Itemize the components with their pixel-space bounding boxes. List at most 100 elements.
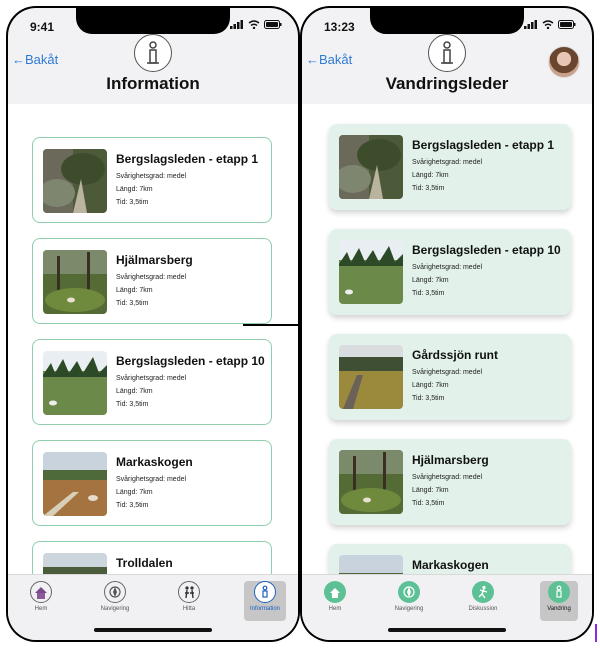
- trail-title: Hjälmarsberg: [116, 253, 193, 267]
- wifi-icon: [542, 20, 554, 29]
- trail-time: Tid: 3,5tim: [412, 500, 445, 507]
- status-icons: [524, 20, 576, 29]
- trail-card[interactable]: Hjälmarsberg Svårighetsgrad: medel Längd…: [32, 238, 272, 324]
- trail-title: Bergslagsleden - etapp 10: [116, 354, 265, 368]
- tab-information[interactable]: Information: [244, 581, 286, 621]
- tab-navigering[interactable]: Navigering: [388, 581, 430, 619]
- trail-difficulty: Svårighetsgrad: medel: [412, 369, 483, 376]
- compass-icon: [398, 581, 420, 603]
- hikers-icon: [178, 581, 200, 603]
- text-cursor: [595, 624, 597, 642]
- trail-time: Tid: 3,5tim: [412, 395, 445, 402]
- trail-card[interactable]: Markaskogen: [329, 544, 571, 574]
- trail-title: Hjälmarsberg: [412, 453, 489, 467]
- tab-hitta[interactable]: Hitta: [168, 581, 210, 619]
- wifi-icon: [248, 20, 260, 29]
- home-icon: [30, 581, 52, 603]
- back-button[interactable]: ←Bakåt: [306, 52, 352, 67]
- trail-list: Bergslagsleden - etapp 1 Svårighetsgrad:…: [302, 104, 592, 574]
- trail-title: Markaskogen: [412, 558, 489, 572]
- back-button[interactable]: ←Bakåt: [12, 52, 58, 67]
- tab-label: Hem: [328, 606, 342, 612]
- tab-diskussion[interactable]: Diskussion: [462, 581, 504, 619]
- page-title: Vandringsleder: [385, 74, 509, 93]
- trail-difficulty: Svårighetsgrad: medel: [412, 159, 483, 166]
- trail-length: Längd: 7km: [412, 172, 449, 179]
- trail-length: Längd: 7km: [412, 277, 449, 284]
- trail-card[interactable]: Hjälmarsberg Svårighetsgrad: medel Längd…: [329, 439, 571, 525]
- info-icon: [548, 581, 570, 603]
- screen-vandringsleder: 13:23 ←Bakåt Vandringsleder Bergslagsled…: [302, 8, 592, 640]
- compass-icon: [104, 581, 126, 603]
- trail-length: Längd: 7km: [116, 287, 153, 294]
- trail-photo-forest-rocks: [43, 149, 107, 213]
- trail-difficulty: Svårighetsgrad: medel: [412, 264, 483, 271]
- tab-label: Navigering: [394, 606, 424, 612]
- status-icons: [230, 20, 282, 29]
- trail-difficulty: Svårighetsgrad: medel: [116, 476, 187, 483]
- header: ←Bakåt Information: [8, 34, 298, 104]
- trail-card[interactable]: Bergslagsleden - etapp 1 Svårighetsgrad:…: [329, 124, 571, 210]
- trail-title: Trolldalen: [116, 556, 173, 570]
- trail-title: Bergslagsleden - etapp 1: [116, 152, 259, 166]
- trail-photo-boardwalk: [339, 345, 403, 409]
- trail-length: Längd: 7km: [412, 382, 449, 389]
- trail-title: Gårdssjön runt: [412, 348, 499, 362]
- trail-difficulty: Svårighetsgrad: medel: [116, 173, 187, 180]
- phone-frame-vandringsleder: 13:23 ←Bakåt Vandringsleder Bergslagsled…: [300, 6, 594, 642]
- tab-vandring[interactable]: Vandring: [540, 581, 578, 621]
- trail-photo-meadow: [43, 351, 107, 415]
- info-icon: [428, 34, 466, 72]
- tab-home[interactable]: Hem: [20, 581, 62, 619]
- trail-difficulty: Svårighetsgrad: medel: [116, 375, 187, 382]
- trail-card[interactable]: Bergslagsleden - etapp 10 Svårighetsgrad…: [32, 339, 272, 425]
- trail-title: Bergslagsleden - etapp 1: [412, 138, 555, 152]
- runner-icon: [472, 581, 494, 603]
- trail-card[interactable]: Markaskogen Svårighetsgrad: medel Längd:…: [32, 440, 272, 526]
- trail-card[interactable]: Bergslagsleden - etapp 1 Svårighetsgrad:…: [32, 137, 272, 223]
- trail-time: Tid: 3,5tim: [412, 290, 445, 297]
- notch: [370, 8, 524, 34]
- battery-icon: [558, 20, 576, 29]
- trail-length: Längd: 7km: [116, 186, 153, 193]
- tab-label: Information: [249, 606, 280, 612]
- battery-icon: [264, 20, 282, 29]
- trail-time: Tid: 3,5tim: [116, 502, 149, 509]
- trail-photo-field: [339, 555, 403, 574]
- header: ←Bakåt Vandringsleder: [302, 34, 592, 104]
- trail-time: Tid: 3,5tim: [116, 199, 149, 206]
- status-time: 9:41: [30, 20, 55, 34]
- status-time: 13:23: [324, 20, 355, 34]
- trail-title: Markaskogen: [116, 455, 193, 469]
- avatar[interactable]: [548, 46, 580, 78]
- notch: [76, 8, 230, 34]
- trail-card[interactable]: Gårdssjön runt Svårighetsgrad: medel Län…: [329, 334, 571, 420]
- tab-home[interactable]: Hem: [314, 581, 356, 619]
- trail-card[interactable]: Trolldalen: [32, 541, 272, 574]
- tab-bar: Hem Navigering Diskussion Vandring: [302, 574, 592, 640]
- info-icon: [254, 581, 276, 603]
- tab-label: Hitta: [182, 606, 196, 612]
- signal-icon: [230, 20, 243, 29]
- trail-photo-valley: [43, 553, 107, 574]
- tab-label: Hem: [34, 606, 48, 612]
- signal-icon: [524, 20, 537, 29]
- trail-time: Tid: 3,5tim: [116, 300, 149, 307]
- trail-photo-forest-dog: [43, 250, 107, 314]
- trail-card[interactable]: Bergslagsleden - etapp 10 Svårighetsgrad…: [329, 229, 571, 315]
- trail-photo-forest-dog: [339, 450, 403, 514]
- trail-length: Längd: 7km: [116, 388, 153, 395]
- tab-label: Diskussion: [468, 606, 498, 612]
- home-indicator: [94, 628, 212, 632]
- tab-bar: Hem Navigering Hitta Information: [8, 574, 298, 640]
- trail-difficulty: Svårighetsgrad: medel: [412, 474, 483, 481]
- tab-navigering[interactable]: Navigering: [94, 581, 136, 619]
- trail-length: Längd: 7km: [116, 489, 153, 496]
- home-icon: [324, 581, 346, 603]
- trail-title: Bergslagsleden - etapp 10: [412, 243, 561, 257]
- trail-photo-field: [43, 452, 107, 516]
- trail-time: Tid: 3,5tim: [116, 401, 149, 408]
- trail-photo-forest-rocks: [339, 135, 403, 199]
- info-icon: [134, 34, 172, 72]
- tab-label: Vandring: [547, 606, 571, 612]
